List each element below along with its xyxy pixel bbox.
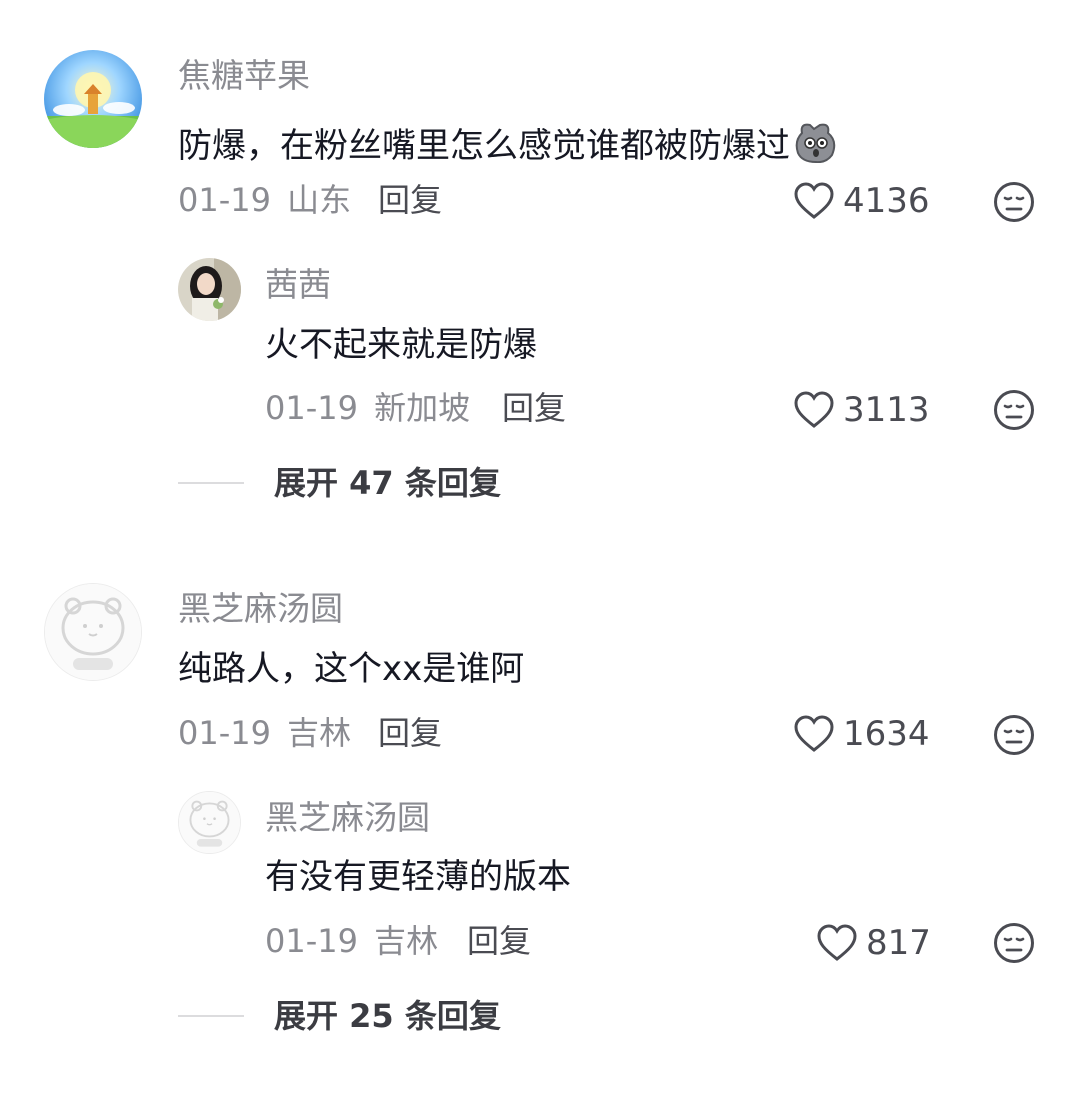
reply-meta: 01-19 吉林	[265, 925, 438, 957]
reply-meta: 01-19 新加坡	[265, 392, 470, 424]
divider-line	[178, 482, 244, 484]
heart-outline-icon	[794, 391, 834, 428]
neutral-face-icon	[994, 715, 1034, 755]
reply-text: 火不起来就是防爆	[265, 325, 537, 365]
reply-location: 新加坡	[374, 389, 471, 427]
reply-author[interactable]: 黑芝麻汤圆	[265, 801, 430, 834]
dislike-button[interactable]	[993, 922, 1035, 964]
comment-text-content: 防爆，在粉丝嘴里怎么感觉谁都被防爆过	[178, 126, 790, 166]
expand-replies-label: 展开 47 条回复	[274, 464, 501, 502]
reply-location: 吉林	[374, 922, 439, 960]
comment-date: 01-19	[178, 181, 271, 219]
avatar[interactable]	[44, 50, 142, 148]
girl-avatar-image	[178, 258, 241, 321]
heart-outline-icon	[794, 182, 834, 219]
heart-outline-icon	[794, 715, 834, 752]
comment-author[interactable]: 焦糖苹果	[178, 59, 310, 92]
like-button[interactable]: 4136	[793, 182, 930, 220]
reply-text: 有没有更轻薄的版本	[265, 857, 571, 897]
reply-author[interactable]: 茜茜	[265, 268, 331, 301]
like-count: 1634	[843, 714, 930, 754]
scared-pouch-emoji	[792, 119, 840, 169]
reply-button[interactable]: 回复	[502, 392, 566, 424]
reply-button[interactable]: 回复	[467, 925, 531, 957]
reply-date: 01-19	[265, 389, 358, 427]
bear-avatar-image	[45, 584, 141, 680]
expand-replies-label: 展开 25 条回复	[274, 997, 501, 1035]
neutral-face-icon	[994, 390, 1034, 430]
expand-replies-button[interactable]: 展开 47 条回复	[178, 467, 501, 499]
like-count: 4136	[843, 181, 930, 221]
dislike-button[interactable]	[993, 181, 1035, 223]
reply-button[interactable]: 回复	[378, 184, 442, 216]
like-count: 3113	[843, 390, 930, 430]
neutral-face-icon	[994, 923, 1034, 963]
like-button[interactable]: 1634	[793, 715, 930, 753]
heart-outline-icon	[817, 924, 857, 961]
comment-text: 纯路人，这个xx是谁阿	[178, 649, 525, 689]
sunrise-avatar-image	[44, 50, 142, 148]
like-button[interactable]: 3113	[793, 391, 930, 429]
dislike-button[interactable]	[993, 714, 1035, 756]
expand-replies-button[interactable]: 展开 25 条回复	[178, 1000, 501, 1032]
reply-button[interactable]: 回复	[378, 717, 442, 749]
comment-location: 吉林	[287, 714, 352, 752]
comment-meta: 01-19 山东	[178, 184, 351, 216]
reply-date: 01-19	[265, 922, 358, 960]
comment-author[interactable]: 黑芝麻汤圆	[178, 592, 343, 625]
bear-avatar-image	[179, 792, 240, 853]
comment-date: 01-19	[178, 714, 271, 752]
comment-location: 山东	[287, 181, 352, 219]
comment-text: 防爆，在粉丝嘴里怎么感觉谁都被防爆过	[178, 119, 840, 169]
comment-meta: 01-19 吉林	[178, 717, 351, 749]
divider-line	[178, 1015, 244, 1017]
like-count: 817	[866, 923, 931, 963]
dislike-button[interactable]	[993, 389, 1035, 431]
neutral-face-icon	[994, 182, 1034, 222]
avatar[interactable]	[178, 791, 241, 854]
avatar[interactable]	[178, 258, 241, 321]
avatar[interactable]	[44, 583, 142, 681]
like-button[interactable]: 817	[816, 924, 931, 962]
